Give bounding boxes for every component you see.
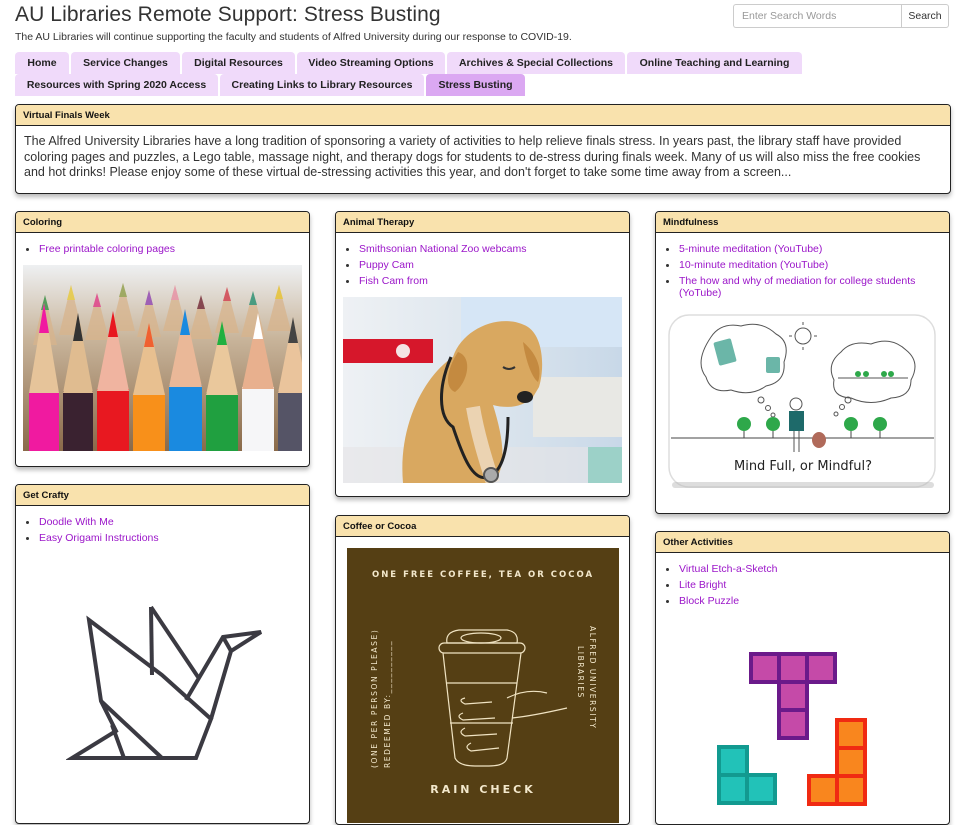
meditation-5-link[interactable]: 5-minute meditation (YouTube) <box>679 243 822 255</box>
link-item[interactable]: Free printable coloring pages <box>26 241 309 257</box>
coffee-box: Coffee or Cocoa ONE FREE COFFEE, TEA OR … <box>335 515 630 825</box>
meditation-why-link[interactable]: The how and why of mediation for college… <box>679 275 915 299</box>
search-form: Search <box>733 4 949 28</box>
colored-pencils-image <box>23 265 302 451</box>
coffee-cup-illustration-icon: ONE FREE COFFEE, TEA OR COCOA (ONE PER P… <box>370 570 597 796</box>
link-item[interactable]: Puppy Cam <box>346 257 629 273</box>
animal-therapy-box: Animal Therapy Smithsonian National Zoo … <box>335 211 630 497</box>
fish-cam-link[interactable]: Fish Cam from <box>359 275 428 287</box>
mindfulness-caption: Mind Full, or Mindful? <box>734 459 872 474</box>
intro-box: Virtual Finals Week The Alfred Universit… <box>15 104 951 194</box>
get-crafty-box: Get Crafty Doodle With Me Easy Origami I… <box>15 484 310 824</box>
tetris-blocks-image <box>711 647 871 807</box>
etch-a-sketch-link[interactable]: Virtual Etch-a-Sketch <box>679 563 777 575</box>
other-activities-box: Other Activities Virtual Etch-a-Sketch L… <box>655 531 950 825</box>
link-item[interactable]: Easy Origami Instructions <box>26 530 309 546</box>
page-subtitle: The AU Libraries will continue supportin… <box>15 31 572 43</box>
colored-pencils-icon <box>23 265 302 451</box>
link-item[interactable]: Virtual Etch-a-Sketch <box>666 561 949 577</box>
card-right-text-1: ALFRED UNIVERSITY <box>588 626 597 729</box>
other-activities-links: Virtual Etch-a-Sketch Lite Bright Block … <box>656 561 949 609</box>
tetris-blocks-icon <box>717 652 867 806</box>
card-bottom-text: RAIN CHECK <box>430 783 536 796</box>
animal-therapy-heading: Animal Therapy <box>336 212 629 233</box>
tab-online-teaching[interactable]: Online Teaching and Learning <box>627 52 802 74</box>
coloring-heading: Coloring <box>16 212 309 233</box>
doodle-link[interactable]: Doodle With Me <box>39 516 114 528</box>
meditation-10-link[interactable]: 10-minute meditation (YouTube) <box>679 259 828 271</box>
coloring-links: Free printable coloring pages <box>16 241 309 257</box>
animal-therapy-links: Smithsonian National Zoo webcams Puppy C… <box>336 241 629 289</box>
origami-bird-icon <box>66 605 263 760</box>
link-item[interactable]: Block Puzzle <box>666 593 949 609</box>
mind-full-illustration-icon: Mind Full, or Mindful? <box>668 314 936 488</box>
zoo-webcams-link[interactable]: Smithsonian National Zoo webcams <box>359 243 527 255</box>
rain-check-card: ONE FREE COFFEE, TEA OR COCOA (ONE PER P… <box>347 548 619 823</box>
intro-text: The Alfred University Libraries have a l… <box>24 134 921 179</box>
tab-home[interactable]: Home <box>15 52 69 74</box>
card-top-text: ONE FREE COFFEE, TEA OR COCOA <box>372 570 594 580</box>
link-item[interactable]: Doodle With Me <box>26 514 309 530</box>
card-left-text-1: (ONE PER PERSON PLEASE) <box>370 629 379 768</box>
origami-bird-image <box>66 595 276 775</box>
puppy-image <box>343 297 622 483</box>
link-item[interactable]: 5-minute meditation (YouTube) <box>666 241 949 257</box>
mindfulness-image: Mind Full, or Mindful? <box>666 312 940 492</box>
block-puzzle-link[interactable]: Block Puzzle <box>679 595 739 607</box>
coffee-heading: Coffee or Cocoa <box>336 516 629 537</box>
link-item[interactable]: 10-minute meditation (YouTube) <box>666 257 949 273</box>
mindfulness-box: Mindfulness 5-minute meditation (YouTube… <box>655 211 950 514</box>
puppy-stethoscope-icon <box>343 297 622 483</box>
coloring-pages-link[interactable]: Free printable coloring pages <box>39 243 175 255</box>
coloring-box: Coloring Free printable coloring pages <box>15 211 310 467</box>
get-crafty-links: Doodle With Me Easy Origami Instructions <box>16 514 309 546</box>
tab-creating-links[interactable]: Creating Links to Library Resources <box>220 74 424 96</box>
origami-link[interactable]: Easy Origami Instructions <box>39 532 159 544</box>
tab-digital-resources[interactable]: Digital Resources <box>182 52 295 74</box>
get-crafty-heading: Get Crafty <box>16 485 309 506</box>
mindfulness-links: 5-minute meditation (YouTube) 10-minute … <box>656 241 949 299</box>
tab-service-changes[interactable]: Service Changes <box>71 52 180 74</box>
link-item[interactable]: Lite Bright <box>666 577 949 593</box>
tab-spring-2020-access[interactable]: Resources with Spring 2020 Access <box>15 74 218 96</box>
mindfulness-heading: Mindfulness <box>656 212 949 233</box>
puppy-cam-link[interactable]: Puppy Cam <box>359 259 414 271</box>
link-item[interactable]: Smithsonian National Zoo webcams <box>346 241 629 257</box>
card-left-text-2: REDEEMED BY:__________ <box>383 640 392 768</box>
tab-video-streaming[interactable]: Video Streaming Options <box>297 52 445 74</box>
card-right-text-2: LIBRARIES <box>576 646 585 699</box>
intro-heading: Virtual Finals Week <box>16 105 950 126</box>
search-input[interactable] <box>733 4 901 28</box>
lite-bright-link[interactable]: Lite Bright <box>679 579 726 591</box>
other-activities-heading: Other Activities <box>656 532 949 553</box>
link-item[interactable]: Fish Cam from <box>346 273 629 289</box>
link-item[interactable]: The how and why of mediation for college… <box>666 273 949 299</box>
search-button[interactable]: Search <box>901 4 949 28</box>
tab-stress-busting[interactable]: Stress Busting <box>426 74 525 96</box>
page-title: AU Libraries Remote Support: Stress Bust… <box>15 3 441 26</box>
tab-archives[interactable]: Archives & Special Collections <box>447 52 625 74</box>
